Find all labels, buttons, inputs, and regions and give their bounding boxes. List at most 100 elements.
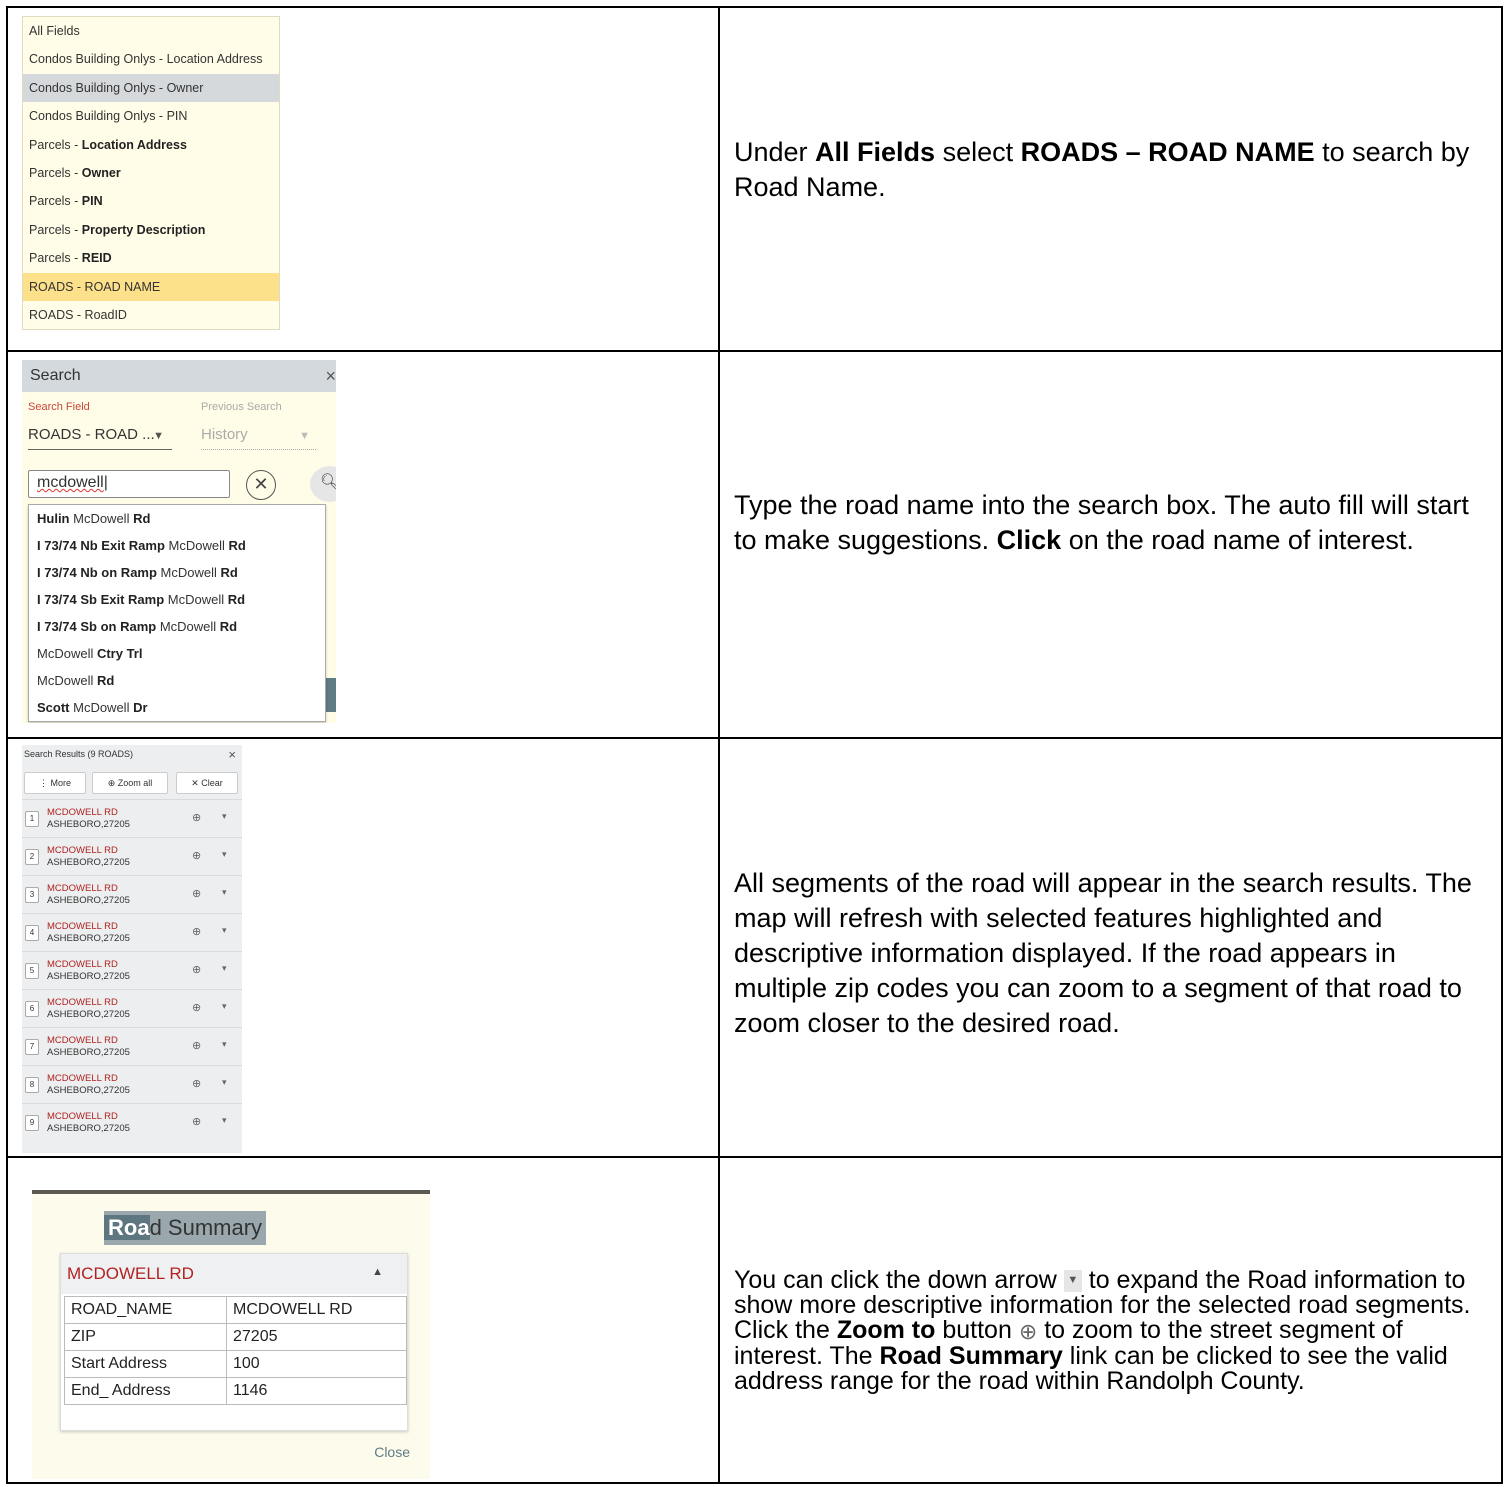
suggestion-item[interactable]: I 73/74 Nb on Ramp McDowell Rd xyxy=(29,559,325,586)
result-row[interactable]: 9 MCDOWELL RD ASHEBORO,27205 ⊕ ▾ xyxy=(22,1103,242,1141)
result-name[interactable]: MCDOWELL RD xyxy=(47,1073,118,1084)
search-field-dropdown[interactable]: All Fields Condos Building Onlys - Locati… xyxy=(22,16,280,331)
suggestion-item[interactable]: I 73/74 Sb on Ramp McDowell Rd xyxy=(29,613,325,640)
result-row[interactable]: 4 MCDOWELL RD ASHEBORO,27205 ⊕ ▾ xyxy=(22,913,242,951)
result-name[interactable]: MCDOWELL RD xyxy=(47,1035,118,1046)
chevron-up-icon[interactable]: ▲ xyxy=(372,1266,383,1278)
suggestion-item[interactable]: Scott McDowell Dr xyxy=(29,694,325,721)
suggestion-item[interactable]: McDowell Rd xyxy=(29,667,325,694)
zoom-to-icon[interactable]: ⊕ xyxy=(192,963,201,976)
column-divider xyxy=(718,739,720,1156)
previous-search-label: Previous Search xyxy=(201,401,282,413)
instruction-text: Type the road name into the search box. … xyxy=(734,490,1469,555)
result-zip: ASHEBORO,27205 xyxy=(47,895,130,906)
zoom-to-icon[interactable]: ⊕ xyxy=(192,1039,201,1052)
search-panel-title: Search xyxy=(30,367,81,384)
zoom-to-icon[interactable]: ⊕ xyxy=(192,811,201,824)
field-key: ROAD_NAME xyxy=(64,1296,227,1324)
clear-button[interactable]: ✕ Clear xyxy=(176,772,238,794)
chevron-down-icon[interactable]: ▾ xyxy=(222,925,227,936)
zoom-to-icon[interactable]: ⊕ xyxy=(192,887,201,900)
result-name[interactable]: MCDOWELL RD xyxy=(47,959,118,970)
result-number: 6 xyxy=(25,1001,39,1017)
field-key: Start Address xyxy=(64,1350,227,1378)
field-option[interactable]: Condos Building Onlys - Location Address xyxy=(23,45,279,73)
chevron-down-icon[interactable]: ▾ xyxy=(222,1077,227,1088)
chevron-down-icon[interactable]: ▾ xyxy=(222,1001,227,1012)
search-panel: Search × Search Field Previous Search RO… xyxy=(22,360,336,723)
chevron-down-icon[interactable]: ▾ xyxy=(222,849,227,860)
zoom-to-icon[interactable]: ⊕ xyxy=(192,925,201,938)
result-row[interactable]: 6 MCDOWELL RD ASHEBORO,27205 ⊕ ▾ xyxy=(22,989,242,1027)
road-info-card: MCDOWELL RD ▲ ROAD_NAME MCDOWELL RD ZIP 272… xyxy=(60,1253,408,1431)
result-name[interactable]: MCDOWELL RD xyxy=(47,1111,118,1122)
zoom-all-button[interactable]: ⊕ Zoom all xyxy=(92,772,168,794)
field-value: 27205 xyxy=(226,1323,407,1351)
suggestion-item[interactable]: Hulin McDowell Rd xyxy=(29,505,325,532)
suggestion-item[interactable]: McDowell Ctry Trl xyxy=(29,640,325,667)
search-results-panel: Search Results (9 ROADS) × ⋮ More ⊕ Zoom… xyxy=(22,745,242,1153)
chevron-down-icon[interactable]: ▾ xyxy=(222,1115,227,1126)
chevron-down-icon[interactable]: ▾ xyxy=(222,1039,227,1050)
clear-search-button[interactable]: ✕ xyxy=(246,470,276,500)
field-option[interactable]: Condos Building Onlys - PIN xyxy=(23,102,279,130)
result-name[interactable]: MCDOWELL RD xyxy=(47,807,118,818)
suggestion-item[interactable]: I 73/74 Sb Exit Ramp McDowell Rd xyxy=(29,586,325,613)
result-row[interactable]: 3 MCDOWELL RD ASHEBORO,27205 ⊕ ▾ xyxy=(22,875,242,913)
chevron-down-icon[interactable]: ▾ xyxy=(222,811,227,822)
results-header: Search Results (9 ROADS) × xyxy=(22,745,242,765)
search-icon[interactable]: 🔍︎ xyxy=(310,466,336,502)
result-row[interactable]: 5 MCDOWELL RD ASHEBORO,27205 ⊕ ▾ xyxy=(22,951,242,989)
chevron-down-icon: ▼ xyxy=(299,430,310,442)
result-zip: ASHEBORO,27205 xyxy=(47,1047,130,1058)
result-number: 4 xyxy=(25,925,39,941)
road-summary-link[interactable]: Road Summary xyxy=(104,1211,267,1245)
result-name[interactable]: MCDOWELL RD xyxy=(47,997,118,1008)
zoom-to-icon[interactable]: ⊕ xyxy=(192,1115,201,1128)
close-icon[interactable]: × xyxy=(325,366,336,387)
instruction-text: You can click the down arrow ▼ to expand… xyxy=(734,1266,1471,1395)
suggestion-item[interactable]: I 73/74 Nb Exit Ramp McDowell Rd xyxy=(29,532,325,559)
field-option[interactable]: Parcels - Location Address xyxy=(23,131,279,159)
chevron-down-icon[interactable]: ▾ xyxy=(222,963,227,974)
search-field-select[interactable]: ROADS - ROAD ... ▼ xyxy=(28,426,172,450)
result-name[interactable]: MCDOWELL RD xyxy=(47,883,118,894)
column-divider xyxy=(718,1158,720,1482)
result-zip: ASHEBORO,27205 xyxy=(47,857,130,868)
road-summary-popup: Road Summary MCDOWELL RD ▲ ROAD_NAME MCDO… xyxy=(32,1190,430,1479)
results-toolbar: ⋮ More ⊕ Zoom all ✕ Clear xyxy=(22,765,242,799)
zoom-to-icon: ⊕ xyxy=(1018,1318,1038,1344)
result-row[interactable]: 8 MCDOWELL RD ASHEBORO,27205 ⊕ ▾ xyxy=(22,1065,242,1103)
field-option[interactable]: Parcels - REID xyxy=(23,244,279,272)
field-key: ZIP xyxy=(64,1323,227,1351)
field-option[interactable]: Parcels - Property Description xyxy=(23,216,279,244)
zoom-to-icon[interactable]: ⊕ xyxy=(192,849,201,862)
field-option[interactable]: ROADS - RoadID xyxy=(23,301,279,329)
field-option[interactable]: All Fields xyxy=(23,17,279,45)
table-row: Search × Search Field Previous Search RO… xyxy=(6,350,1503,739)
chevron-down-icon[interactable]: ▾ xyxy=(222,887,227,898)
road-info-header[interactable]: MCDOWELL RD ▲ xyxy=(61,1254,407,1294)
road-attributes-table: ROAD_NAME MCDOWELL RD ZIP 27205 Start Addres… xyxy=(64,1296,407,1405)
field-option[interactable]: Parcels - Owner xyxy=(23,159,279,187)
table-row: ZIP 27205 xyxy=(64,1323,407,1351)
result-row[interactable]: 2 MCDOWELL RD ASHEBORO,27205 ⊕ ▾ xyxy=(22,837,242,875)
field-option[interactable]: Parcels - PIN xyxy=(23,187,279,215)
column-divider xyxy=(718,8,720,350)
zoom-to-icon[interactable]: ⊕ xyxy=(192,1001,201,1014)
result-row[interactable]: 7 MCDOWELL RD ASHEBORO,27205 ⊕ ▾ xyxy=(22,1027,242,1065)
more-button[interactable]: ⋮ More xyxy=(24,772,86,794)
field-option[interactable]: Condos Building Onlys - Owner xyxy=(23,73,279,103)
result-name[interactable]: MCDOWELL RD xyxy=(47,845,118,856)
result-name[interactable]: MCDOWELL RD xyxy=(47,921,118,932)
close-button[interactable]: Close xyxy=(374,1444,410,1460)
result-row[interactable]: 1 MCDOWELL RD ASHEBORO,27205 ⊕ ▾ xyxy=(22,799,242,837)
close-icon[interactable]: × xyxy=(228,747,236,762)
history-select[interactable]: History ▼ xyxy=(201,426,316,450)
search-input[interactable]: mcdowell| xyxy=(28,470,230,498)
instruction-table: All Fields Condos Building Onlys - Locati… xyxy=(6,6,1503,1484)
result-number: 3 xyxy=(25,887,39,903)
chevron-down-icon: ▼ xyxy=(153,430,164,442)
field-option[interactable]: ROADS - ROAD NAME xyxy=(23,272,279,301)
zoom-to-icon[interactable]: ⊕ xyxy=(192,1077,201,1090)
